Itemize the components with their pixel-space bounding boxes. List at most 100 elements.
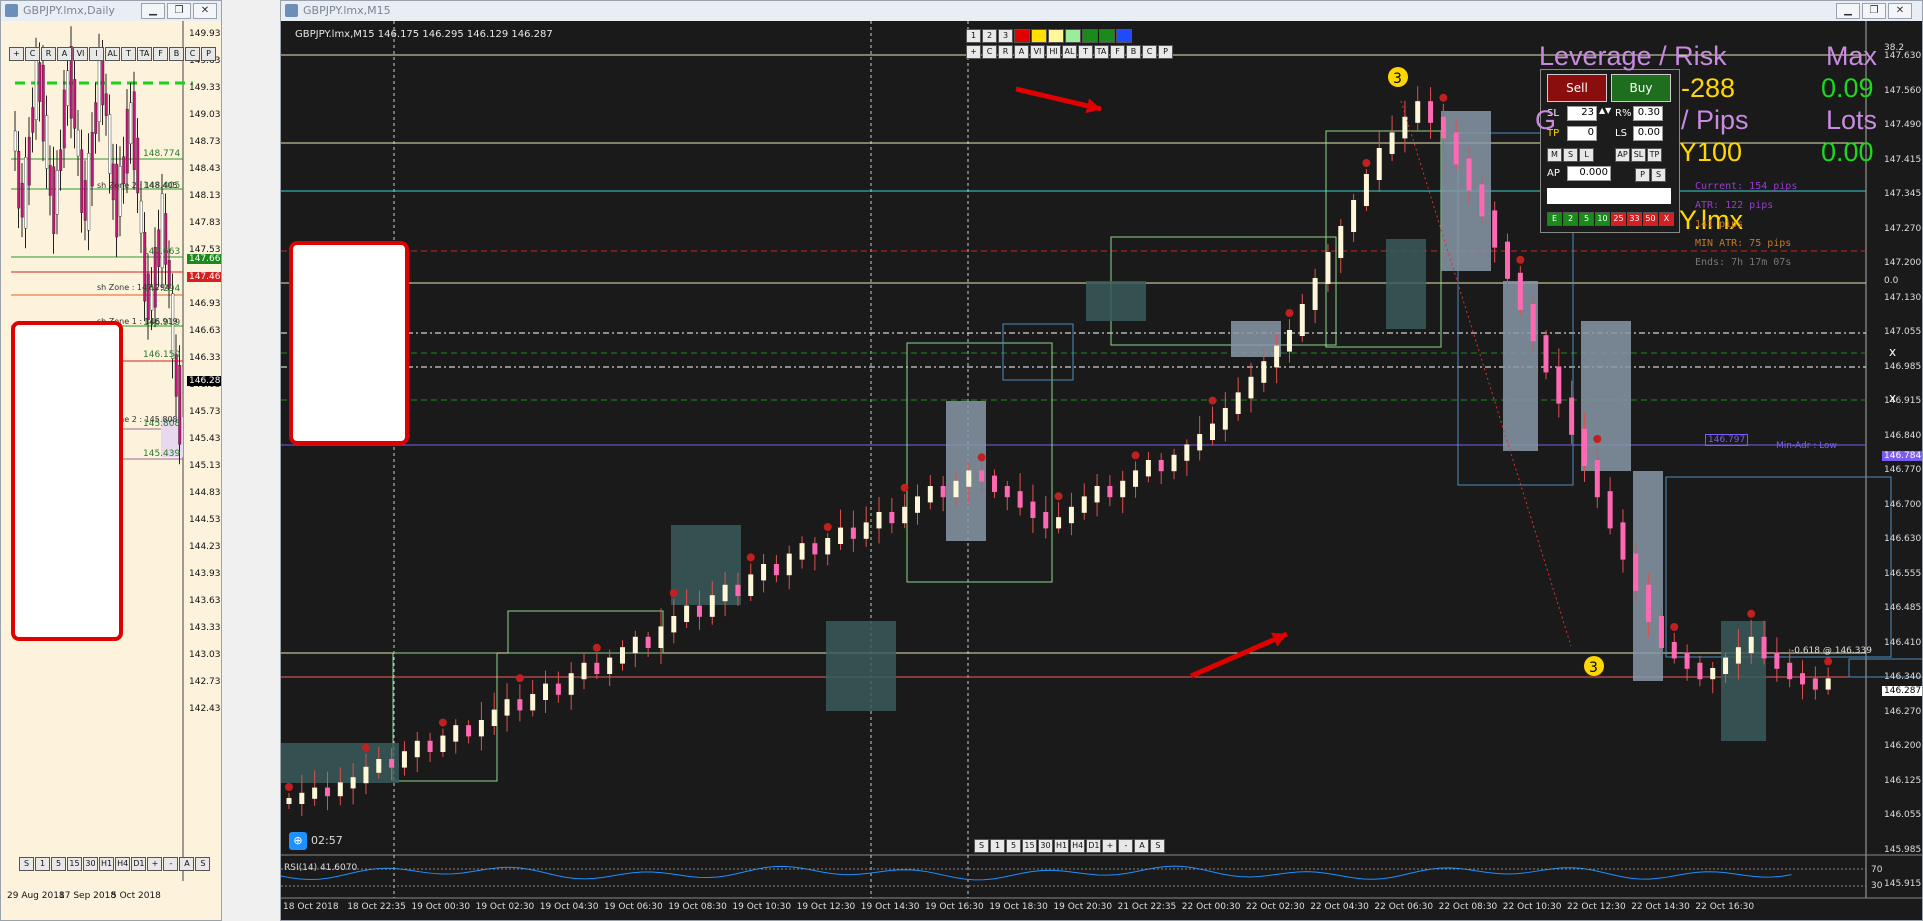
toolbar-button-7[interactable]: D1 bbox=[1086, 839, 1102, 853]
toolbar-button-10[interactable]: B bbox=[1126, 45, 1141, 59]
toolbar-button-3[interactable]: 10 bbox=[1595, 212, 1610, 226]
toolbar-button-1[interactable]: S bbox=[1563, 148, 1578, 162]
toolbar-button-7[interactable]: T bbox=[1078, 45, 1093, 59]
toolbar-button-4[interactable]: 30 bbox=[1038, 839, 1053, 853]
color-swatch-button[interactable] bbox=[1082, 29, 1098, 43]
m15-timeframe-toolbar[interactable]: S 1 5 15 30 H1 H4 D1 + - A S bbox=[974, 839, 1166, 853]
comment-field[interactable] bbox=[1547, 188, 1671, 204]
restore-button[interactable]: ❐ bbox=[1862, 3, 1886, 19]
daily-titlebar[interactable]: GBPJPY.lmx,Daily ▁ ❐ ✕ bbox=[1, 1, 221, 22]
toolbar-button-6[interactable]: H4 bbox=[1070, 839, 1086, 853]
mode-buttons[interactable]: MSL bbox=[1547, 148, 1594, 162]
toolbar-button-7[interactable]: D1 bbox=[131, 857, 147, 871]
toolbar-button-1[interactable]: C bbox=[982, 45, 997, 59]
toolbar-button-1[interactable]: S bbox=[1651, 168, 1666, 182]
toolbar-button-3[interactable]: 15 bbox=[1022, 839, 1037, 853]
minimize-button[interactable]: ▁ bbox=[141, 3, 165, 19]
minimize-button[interactable]: ▁ bbox=[1836, 3, 1860, 19]
toolbar-button-11[interactable]: C bbox=[185, 47, 200, 61]
toolbar-button-0[interactable]: + bbox=[966, 45, 981, 59]
color-swatch-button[interactable] bbox=[1014, 29, 1030, 43]
toolbar-button-6[interactable]: 50 bbox=[1643, 212, 1658, 226]
toolbar-button-0[interactable]: S bbox=[974, 839, 989, 853]
toolbar-button-2[interactable]: L bbox=[1579, 148, 1594, 162]
toolbar-button-10[interactable]: B bbox=[169, 47, 184, 61]
daily-timeframe-toolbar[interactable]: S 1 5 15 30 H1 H4 D1 + - A S bbox=[19, 857, 211, 871]
timer-icon[interactable]: ⊕ bbox=[289, 832, 307, 850]
risk-percent-field[interactable]: 0.30 bbox=[1633, 106, 1663, 121]
spinner-icon[interactable]: ▲▼ bbox=[1599, 106, 1611, 115]
daily-chart-window[interactable]: GBPJPY.lmx,Daily ▁ ❐ ✕ 149.935149.635149… bbox=[0, 0, 222, 921]
ap-field[interactable]: 0.000 bbox=[1567, 166, 1611, 181]
sl-field[interactable]: 23 bbox=[1567, 106, 1597, 121]
toolbar-button-10[interactable]: A bbox=[179, 857, 195, 871]
toolbar-button-0[interactable]: S bbox=[19, 857, 34, 871]
toolbar-button-11[interactable]: S bbox=[1150, 839, 1166, 853]
tp-field[interactable]: 0 bbox=[1567, 126, 1597, 141]
toolbar-button-12[interactable]: P bbox=[201, 47, 216, 61]
buy-button[interactable]: Buy bbox=[1611, 74, 1671, 102]
m15-top-toolbar-row1[interactable]: 123 bbox=[966, 29, 1132, 43]
toolbar-button-6[interactable]: H4 bbox=[115, 857, 131, 871]
toolbar-button-3[interactable]: A bbox=[57, 47, 72, 61]
toolbar-button-2[interactable]: 5 bbox=[51, 857, 66, 871]
toolbar-button-3[interactable]: 15 bbox=[67, 857, 82, 871]
toolbar-button-8[interactable]: TA bbox=[1094, 45, 1109, 59]
color-swatch-button[interactable] bbox=[1065, 29, 1081, 43]
trade-panel[interactable]: Sell Buy SL 23 ▲▼ R% 0.30 TP 0 LS 0.00 M… bbox=[1540, 69, 1680, 233]
toolbar-button-4[interactable]: VI bbox=[1030, 45, 1045, 59]
toolbar-button-6[interactable]: AL bbox=[105, 47, 120, 61]
close-percent-buttons[interactable]: E 2 5 10 25 33 50 X bbox=[1547, 212, 1674, 226]
toolbar-button-7[interactable]: X bbox=[1659, 212, 1674, 226]
m15-top-toolbar-row2[interactable]: + C R A VI HI AL T TA F B C P bbox=[966, 45, 1173, 59]
close-button[interactable]: ✕ bbox=[1888, 3, 1912, 19]
toolbar-button-0[interactable]: + bbox=[9, 47, 24, 61]
color-swatch-button[interactable] bbox=[1031, 29, 1047, 43]
toolbar-button-1[interactable]: C bbox=[25, 47, 40, 61]
toolbar-button-8[interactable]: + bbox=[147, 857, 163, 871]
toolbar-button-5[interactable]: HI bbox=[1046, 45, 1061, 59]
toolbar-button-2[interactable]: 3 bbox=[998, 29, 1013, 43]
toolbar-button-10[interactable]: A bbox=[1134, 839, 1150, 853]
toolbar-button-0[interactable]: 1 bbox=[966, 29, 981, 43]
restore-button[interactable]: ❐ bbox=[167, 3, 191, 19]
toolbar-button-9[interactable]: - bbox=[163, 857, 179, 871]
toolbar-button-8[interactable]: + bbox=[1102, 839, 1118, 853]
close-button[interactable]: ✕ bbox=[193, 3, 217, 19]
toolbar-button-2[interactable]: TP bbox=[1647, 148, 1662, 162]
toolbar-button-2[interactable]: 5 bbox=[1006, 839, 1021, 853]
toolbar-button-1[interactable]: 2 bbox=[982, 29, 997, 43]
daily-chart-area[interactable]: 149.935149.635149.335149.035148.735148.4… bbox=[1, 21, 221, 920]
toolbar-button-11[interactable]: S bbox=[195, 857, 211, 871]
m15-chart-area[interactable]: 33 GBPJPY.lmx,M15 146.175 146.295 146.12… bbox=[281, 21, 1922, 920]
toolbar-button-4[interactable]: 30 bbox=[83, 857, 98, 871]
color-swatch-button[interactable] bbox=[1116, 29, 1132, 43]
toolbar-button-0[interactable]: P bbox=[1635, 168, 1650, 182]
toolbar-button-5[interactable]: H1 bbox=[1054, 839, 1070, 853]
toolbar-button-9[interactable]: - bbox=[1118, 839, 1134, 853]
ap-buttons[interactable]: AP SL TP bbox=[1615, 148, 1662, 162]
toolbar-button-5[interactable]: 33 bbox=[1627, 212, 1642, 226]
toolbar-button-7[interactable]: T bbox=[121, 47, 136, 61]
daily-top-toolbar[interactable]: + C R A VI I AL T TA F B C P bbox=[9, 47, 216, 61]
toolbar-button-1[interactable]: SL bbox=[1631, 148, 1646, 162]
toolbar-button-9[interactable]: F bbox=[153, 47, 168, 61]
toolbar-button-9[interactable]: F bbox=[1110, 45, 1125, 59]
toolbar-button-3[interactable]: A bbox=[1014, 45, 1029, 59]
toolbar-button-0[interactable]: E bbox=[1547, 212, 1562, 226]
toolbar-button-8[interactable]: TA bbox=[137, 47, 152, 61]
toolbar-button-12[interactable]: P bbox=[1158, 45, 1173, 59]
toolbar-button-5[interactable]: H1 bbox=[99, 857, 115, 871]
sell-button[interactable]: Sell bbox=[1547, 74, 1607, 102]
ls-field[interactable]: 0.00 bbox=[1633, 126, 1663, 141]
toolbar-button-1[interactable]: 1 bbox=[990, 839, 1005, 853]
toolbar-button-0[interactable]: AP bbox=[1615, 148, 1630, 162]
toolbar-button-6[interactable]: AL bbox=[1062, 45, 1077, 59]
toolbar-button-4[interactable]: 25 bbox=[1611, 212, 1626, 226]
toolbar-button-4[interactable]: VI bbox=[73, 47, 88, 61]
toolbar-button-5[interactable]: I bbox=[89, 47, 104, 61]
toolbar-button-2[interactable]: 5 bbox=[1579, 212, 1594, 226]
toolbar-button-2[interactable]: R bbox=[41, 47, 56, 61]
toolbar-button-2[interactable]: R bbox=[998, 45, 1013, 59]
color-swatch-button[interactable] bbox=[1048, 29, 1064, 43]
